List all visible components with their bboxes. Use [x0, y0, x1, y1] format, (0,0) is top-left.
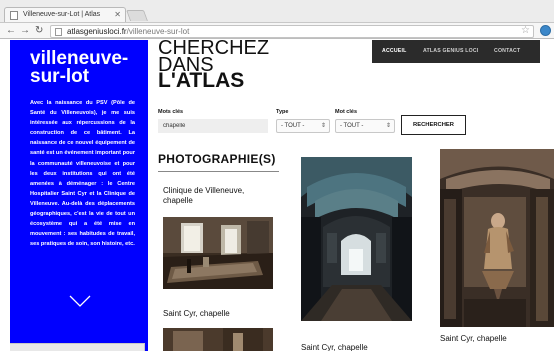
nav-item-accueil[interactable]: ACCUEIL — [382, 48, 406, 54]
url-path: /villeneuve-sur-lot — [126, 27, 190, 36]
photo-saint-cyr-chapelle-1-image — [301, 157, 412, 321]
address-bar[interactable]: atlasgeniusloci.fr/villeneuve-sur-lot ☆ — [50, 25, 534, 38]
photo-saint-cyr-chapelle-3[interactable] — [163, 328, 273, 351]
browser-toolbar: ← → ↻ atlasgeniusloci.fr/villeneuve-sur-… — [0, 22, 554, 39]
back-arrow-icon[interactable]: ← — [6, 25, 16, 37]
page-title-line3: L'ATLAS — [158, 69, 245, 92]
browser-tab-title: Villeneuve-sur-Lot | Atlas — [23, 11, 101, 18]
site-title-line2: sur-lot — [30, 66, 90, 87]
main-nav: ACCUEIL ATLAS GENIUS LOCI CONTACT — [372, 40, 540, 63]
page-favicon-icon — [10, 11, 18, 20]
motcles-select-value: - TOUT - — [340, 123, 364, 129]
motcles-label: Mot clés — [335, 109, 358, 115]
sidebar: villeneuve- sur-lot Avec la naissance du… — [10, 40, 148, 351]
chevron-down-icon[interactable] — [69, 295, 91, 307]
reload-icon[interactable]: ↻ — [35, 25, 43, 37]
extension-icon[interactable] — [540, 25, 551, 36]
intro-text: Avec la naissance du PSV (Pôle de Santé … — [30, 100, 135, 248]
motcles-select[interactable]: - TOUT - ⇕ — [335, 119, 395, 133]
select-arrows-icon: ⇕ — [320, 123, 326, 129]
keywords-label: Mots clés — [158, 109, 184, 115]
card-title[interactable]: Saint Cyr, chapelle — [301, 343, 412, 351]
new-tab-button[interactable] — [125, 10, 149, 21]
close-tab-icon[interactable]: ✕ — [114, 10, 121, 19]
url-host: atlasgeniusloci.fr — [67, 27, 127, 36]
nav-item-contact[interactable]: CONTACT — [494, 48, 520, 54]
browser-status-bar — [10, 343, 145, 351]
page-viewport: villeneuve- sur-lot Avec la naissance du… — [0, 40, 554, 351]
photo-clinique-chapelle[interactable] — [163, 217, 273, 289]
card-title[interactable]: Saint Cyr, chapelle — [163, 309, 275, 319]
photo-saint-cyr-chapelle-2[interactable] — [440, 149, 554, 327]
photo-saint-cyr-chapelle-2-image — [440, 149, 554, 327]
card-title[interactable]: Saint Cyr, chapelle — [440, 334, 554, 344]
type-label: Type — [276, 109, 289, 115]
page-info-icon[interactable] — [55, 28, 62, 36]
card-title[interactable]: Clinique de Villeneuve, chapelle — [163, 186, 275, 206]
photo-saint-cyr-chapelle-1[interactable] — [301, 157, 412, 321]
site-title[interactable]: villeneuve- sur-lot — [30, 49, 145, 87]
type-select-value: - TOUT - — [281, 123, 305, 129]
browser-tabstrip: Villeneuve-sur-Lot | Atlas ✕ — [0, 0, 554, 22]
select-arrows-icon: ⇕ — [385, 123, 391, 129]
browser-tab[interactable]: Villeneuve-sur-Lot | Atlas ✕ — [4, 7, 126, 22]
forward-arrow-icon[interactable]: → — [20, 25, 30, 37]
bookmark-star-icon[interactable]: ☆ — [521, 25, 530, 36]
keywords-input[interactable] — [158, 119, 268, 133]
page-title: CHERCHEZ DANS L'ATLAS — [158, 40, 269, 92]
type-select[interactable]: - TOUT - ⇕ — [276, 119, 330, 133]
results-heading: PHOTOGRAPHIE(S) — [158, 152, 276, 166]
photo-saint-cyr-chapelle-3-image — [163, 328, 273, 351]
photo-clinique-chapelle-image — [163, 217, 273, 289]
results-heading-rule — [158, 171, 279, 172]
nav-item-atlas-genius-loci[interactable]: ATLAS GENIUS LOCI — [423, 48, 478, 54]
search-button[interactable]: RECHERCHER — [401, 115, 466, 135]
